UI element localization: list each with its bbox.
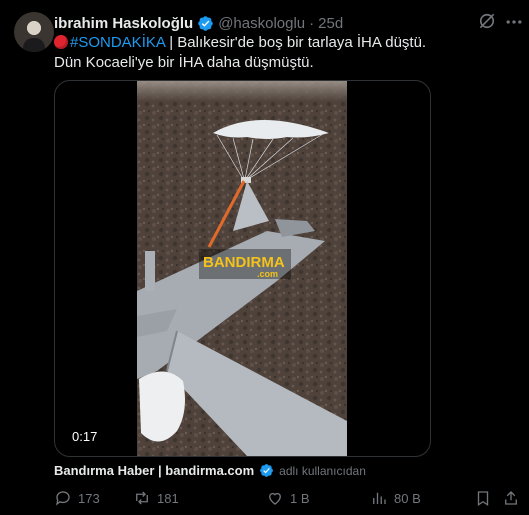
tweet-header: ibrahim Haskoloğlu @haskologlu · 25d: [54, 13, 343, 33]
video-duration: 0:17: [68, 428, 102, 445]
video-frame: BANDIRMA .com: [137, 81, 347, 456]
verified-icon: [260, 464, 274, 477]
author-name[interactable]: ibrahim Haskoloğlu: [54, 15, 193, 32]
bookmark-button[interactable]: [474, 489, 498, 507]
separator: ·: [309, 14, 315, 32]
repost-count: 181: [157, 490, 179, 506]
tweet-line-1-text: | Balıkesir'de boş bir tarlaya İHA düştü…: [165, 34, 427, 51]
author-handle[interactable]: @haskologlu: [218, 15, 305, 32]
tweet-time[interactable]: 25d: [318, 15, 343, 32]
views-count: 80 B: [394, 490, 421, 506]
views-button[interactable]: 80 B: [370, 489, 421, 507]
hashtag-link[interactable]: #SONDAKİKA: [70, 34, 165, 51]
like-icon: [269, 492, 281, 505]
watermark-logo: BANDIRMA .com: [199, 249, 291, 279]
grok-icon[interactable]: [477, 11, 497, 31]
share-button[interactable]: [502, 489, 526, 507]
verified-icon: [198, 15, 213, 31]
reply-icon: [55, 491, 70, 506]
share-icon: [505, 491, 517, 505]
bookmark-icon: [477, 491, 489, 507]
tweet-line-1: #SONDAKİKA | Balıkesir'de boş bir tarlay…: [54, 33, 494, 53]
like-count: 1 B: [290, 490, 310, 506]
red-circle-icon: [54, 35, 68, 49]
more-icon[interactable]: [504, 12, 524, 32]
media-source: Bandırma Haber | bandirma.com adlı kulla…: [54, 463, 366, 478]
source-note: adlı kullanıcıdan: [279, 463, 366, 478]
repost-icon: [136, 491, 148, 505]
author-avatar[interactable]: [14, 12, 54, 52]
reply-button[interactable]: 173: [54, 489, 100, 507]
action-bar: 173 181 1 B 80 B: [54, 489, 524, 511]
like-button[interactable]: 1 B: [266, 489, 310, 507]
repost-button[interactable]: 181: [133, 489, 179, 507]
views-icon: [373, 492, 386, 504]
source-name[interactable]: Bandırma Haber | bandirma.com: [54, 463, 254, 478]
tweet-text: #SONDAKİKA | Balıkesir'de boş bir tarlay…: [54, 33, 494, 73]
tweet-line-2: Dün Kocaeli'ye bir İHA daha düşmüştü.: [54, 54, 314, 71]
svg-text:.com: .com: [257, 269, 278, 279]
video-player[interactable]: BANDIRMA .com 0:17: [54, 80, 431, 457]
reply-count: 173: [78, 490, 100, 506]
